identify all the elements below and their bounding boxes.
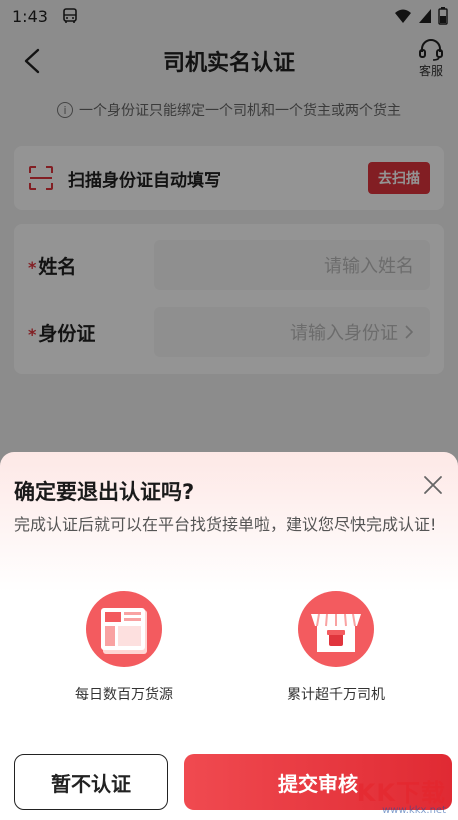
cancel-verification-button[interactable]: 暂不认证 [14,754,168,810]
cargo-board-icon [86,591,162,667]
watermark-logo: KK下载 www.kkx.net [356,779,446,816]
feature-cargo-label: 每日数百万货源 [75,687,173,703]
dialog-title: 确定要退出认证吗? [14,480,195,504]
feature-drivers: 累计超千万司机 [256,590,416,704]
exit-confirm-dialog: 确定要退出认证吗? 完成认证后就可以在平台找货接单啦，建议您尽快完成认证! 每日… [0,452,458,820]
store-icon [298,591,374,667]
feature-drivers-label: 累计超千万司机 [287,687,385,703]
feature-cargo: 每日数百万货源 [44,590,204,704]
close-icon[interactable] [422,474,444,496]
dialog-description: 完成认证后就可以在平台找货接单啦，建议您尽快完成认证! [14,515,437,534]
